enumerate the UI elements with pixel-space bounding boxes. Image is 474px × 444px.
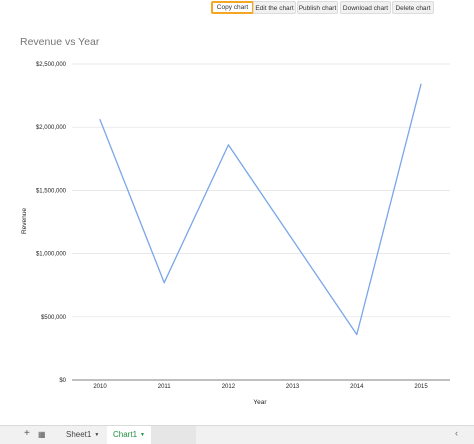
y-tick-label: $2,500,000 [36, 62, 67, 68]
tab-sheet1[interactable]: Sheet1 ▼ [60, 426, 104, 444]
data-point [356, 333, 358, 336]
x-tick-label: 2014 [350, 384, 364, 390]
obscured-tab [151, 426, 196, 444]
tab-label: Chart1 [113, 430, 138, 440]
y-tick-label: $500,000 [41, 315, 67, 321]
x-tick-label: 2011 [158, 384, 172, 390]
tab-chart1[interactable]: Chart1 ▼ [107, 426, 151, 444]
y-tick-label: $1,000,000 [36, 252, 67, 258]
data-point [420, 83, 422, 85]
series-layer [99, 83, 422, 336]
data-point [99, 119, 101, 121]
all-sheets-icon[interactable]: ▦ [38, 430, 46, 439]
revenue-chart[interactable]: Revenue vs Year $0 $500,000 $1,000,000 $1,5… [0, 0, 474, 425]
x-axis-tick-labels: 2010 2011 2012 2013 2014 2015 [93, 384, 428, 390]
y-axis-title: Revenue [21, 208, 28, 234]
x-tick-label: 2015 [414, 384, 428, 390]
chevron-left-icon[interactable]: ‹ [455, 428, 458, 438]
x-tick-label: 2012 [222, 384, 236, 390]
plus-icon[interactable]: + [24, 428, 30, 439]
chart-title: Revenue vs Year [20, 36, 100, 48]
y-axis-tick-labels: $0 $500,000 $1,000,000 $1,500,000 $2,000,000… [36, 62, 67, 384]
chevron-down-icon: ▼ [140, 432, 145, 438]
gridlines [72, 63, 450, 381]
series-line [99, 84, 422, 336]
chevron-down-icon: ▼ [94, 432, 100, 438]
y-tick-label: $1,500,000 [36, 188, 67, 194]
y-tick-label: $0 [59, 378, 66, 384]
x-tick-label: 2010 [93, 384, 107, 390]
data-point [163, 282, 165, 284]
x-tick-label: 2013 [286, 384, 300, 390]
x-axis-title: Year [253, 399, 267, 406]
tab-label: Sheet1 [66, 430, 92, 440]
data-point [227, 144, 229, 146]
sheet-tab-bar: + ▦ Sheet1 ▼ Chart1 ▼ ‹ [0, 425, 474, 444]
y-tick-label: $2,000,000 [36, 125, 67, 131]
